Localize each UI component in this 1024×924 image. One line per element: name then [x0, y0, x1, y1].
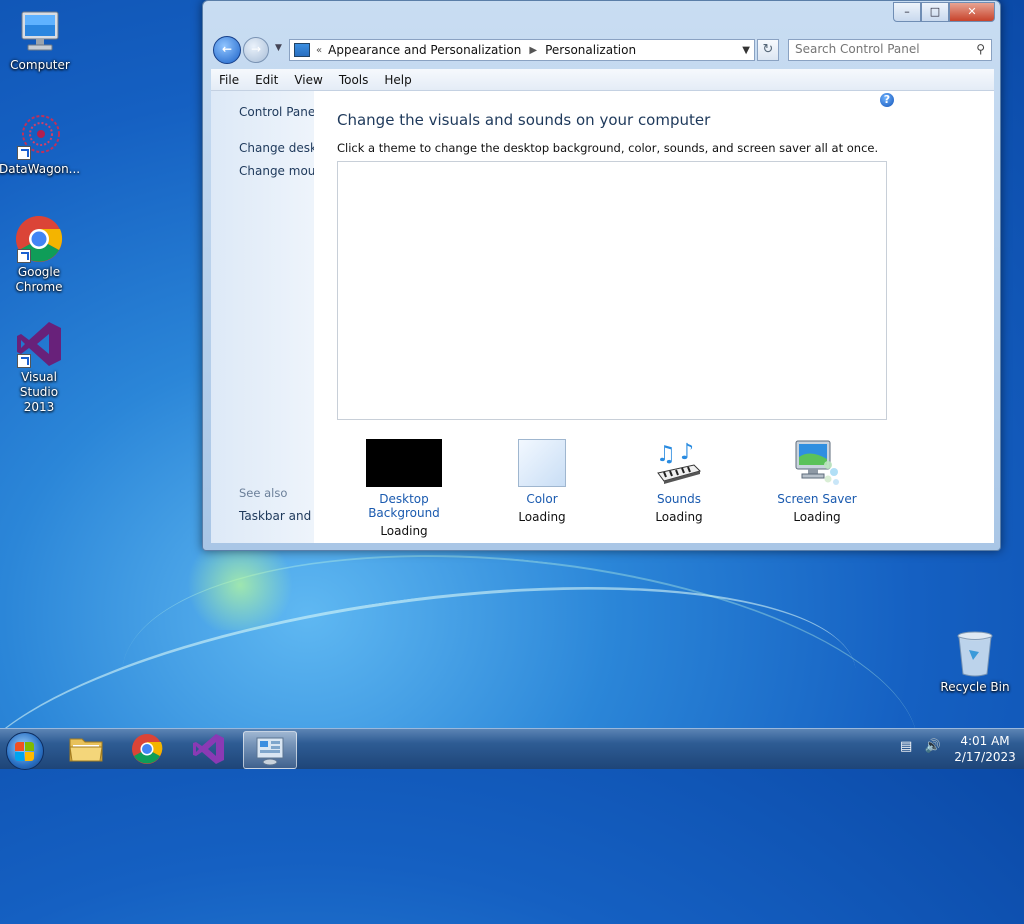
menu-edit[interactable]: Edit	[247, 73, 286, 87]
task-pane: Control Panel Change desktop icons Chang…	[211, 91, 314, 543]
taskbar-visual-studio-button[interactable]	[182, 731, 234, 767]
forward-button[interactable]: →	[243, 37, 269, 63]
desktop-icon-google-chrome[interactable]: Google Chrome	[0, 215, 79, 295]
maximize-button[interactable]: □	[921, 2, 949, 22]
control-panel-icon	[294, 43, 310, 57]
desktop-icon-label: Google Chrome	[15, 265, 63, 294]
window-caption-buttons: – □ ✕	[893, 2, 995, 22]
svg-text:♪: ♪	[680, 440, 694, 465]
control-panel-window[interactable]: – □ ✕ ← → ▼ « Appearance and Personaliza…	[202, 0, 1001, 551]
close-button[interactable]: ✕	[949, 2, 995, 22]
taskbar-control-panel-button[interactable]	[243, 731, 297, 769]
desktop-background-status: Loading	[380, 524, 428, 538]
desktop-background-label[interactable]: Desktop Background	[344, 492, 464, 520]
desktop-icon-label: Computer	[10, 58, 70, 72]
breadcrumb-separator-icon[interactable]: ▶	[529, 45, 537, 56]
sounds-icon: ♫ ♪	[654, 439, 704, 487]
sidebar-link-taskbar[interactable]: Taskbar and Navigation	[239, 509, 314, 523]
computer-icon	[16, 8, 64, 56]
desktop-icon-recycle-bin[interactable]: Recycle Bin	[935, 630, 1015, 694]
screen-saver-item[interactable]: Screen Saver Loading	[757, 439, 877, 524]
visual-studio-icon	[15, 320, 63, 368]
sounds-item[interactable]: ♫ ♪ Sounds Loading	[619, 439, 739, 524]
address-bar[interactable]: « Appearance and Personalization ▶ Perso…	[289, 39, 755, 61]
clock-date: 2/17/2023	[954, 750, 1016, 764]
desktop-background-thumbnail	[366, 439, 442, 487]
taskbar-explorer-button[interactable]	[60, 731, 112, 767]
personalization-content: ? Change the visuals and sounds on your …	[314, 91, 994, 543]
page-description: Click a theme to change the desktop back…	[337, 141, 879, 155]
shortcut-arrow-icon	[17, 249, 31, 263]
minimize-button[interactable]: –	[893, 2, 921, 22]
screen-saver-label[interactable]: Screen Saver	[757, 492, 877, 506]
menu-bar: File Edit View Tools Help	[211, 69, 994, 91]
search-icon[interactable]: ⚲	[976, 42, 985, 56]
help-icon[interactable]: ?	[880, 93, 894, 107]
desktop-icon-label: Visual Studio 2013	[19, 370, 59, 414]
menu-tools[interactable]: Tools	[331, 73, 377, 87]
windows-logo-icon	[15, 752, 24, 761]
desktop-icon-datawagon[interactable]: DataWagon...	[0, 112, 81, 176]
menu-view[interactable]: View	[286, 73, 330, 87]
desktop-icon-label: DataWagon...	[0, 162, 81, 176]
search-input[interactable]	[789, 40, 970, 58]
color-swatch-icon	[518, 439, 566, 487]
theme-list[interactable]	[337, 161, 887, 420]
windows-logo-icon	[25, 752, 34, 761]
desktop-icon-label: Recycle Bin	[940, 680, 1010, 694]
color-status: Loading	[518, 510, 566, 524]
refresh-button[interactable]: ↻	[757, 39, 779, 61]
desktop-icon-visual-studio[interactable]: Visual Studio 2013	[0, 320, 79, 415]
color-label[interactable]: Color	[482, 492, 602, 506]
taskbar-clock[interactable]: 4:01 AM 2/17/2023	[950, 733, 1020, 765]
sidebar-link-mouse-pointers[interactable]: Change mouse pointers	[239, 164, 314, 178]
desktop-background-item[interactable]: Desktop Background Loading	[344, 439, 464, 538]
breadcrumb-item-personalization[interactable]: Personalization	[545, 43, 636, 57]
volume-icon[interactable]: 🔊	[924, 739, 940, 754]
taskbar-chrome-button[interactable]	[121, 731, 173, 767]
visual-studio-icon	[193, 734, 224, 764]
see-also-heading: See also	[239, 486, 288, 500]
chrome-icon	[132, 734, 163, 764]
taskbar: ▤ 🔊 4:01 AM 2/17/2023	[0, 728, 1024, 770]
address-dropdown-icon[interactable]: ▼	[742, 45, 750, 56]
shortcut-arrow-icon	[17, 354, 31, 368]
system-tray: ▤ 🔊	[900, 739, 941, 754]
recycle-bin-icon	[951, 630, 999, 678]
page-title: Change the visuals and sounds on your co…	[337, 111, 711, 129]
color-item[interactable]: Color Loading	[482, 439, 602, 524]
windows-logo-icon	[25, 742, 34, 751]
shortcut-arrow-icon	[17, 146, 31, 160]
svg-text:♫: ♫	[656, 442, 676, 467]
breadcrumb-item-appearance[interactable]: Appearance and Personalization	[328, 43, 521, 57]
windows-logo-icon	[15, 742, 24, 751]
control-panel-icon	[256, 737, 284, 766]
sounds-label[interactable]: Sounds	[619, 492, 739, 506]
sounds-status: Loading	[655, 510, 703, 524]
chrome-icon	[15, 215, 63, 263]
search-box[interactable]: ⚲	[788, 39, 992, 61]
back-button[interactable]: ←	[213, 36, 241, 64]
screen-saver-status: Loading	[793, 510, 841, 524]
datawagon-icon	[15, 112, 63, 160]
clock-time: 4:01 AM	[960, 734, 1010, 748]
menu-help[interactable]: Help	[376, 73, 419, 87]
network-icon[interactable]: ▤	[900, 739, 912, 754]
wallpaper-glow	[180, 540, 300, 630]
start-button[interactable]	[6, 732, 44, 770]
desktop-icon-computer[interactable]: Computer	[0, 8, 80, 72]
menu-file[interactable]: File	[211, 73, 247, 87]
folder-icon	[69, 738, 103, 762]
breadcrumb-chevron-icon: «	[316, 44, 323, 56]
sidebar-title[interactable]: Control Panel	[239, 105, 314, 119]
recent-pages-dropdown[interactable]: ▼	[275, 43, 282, 53]
screen-saver-icon	[792, 439, 842, 487]
sidebar-link-desktop-icons[interactable]: Change desktop icons	[239, 141, 314, 155]
